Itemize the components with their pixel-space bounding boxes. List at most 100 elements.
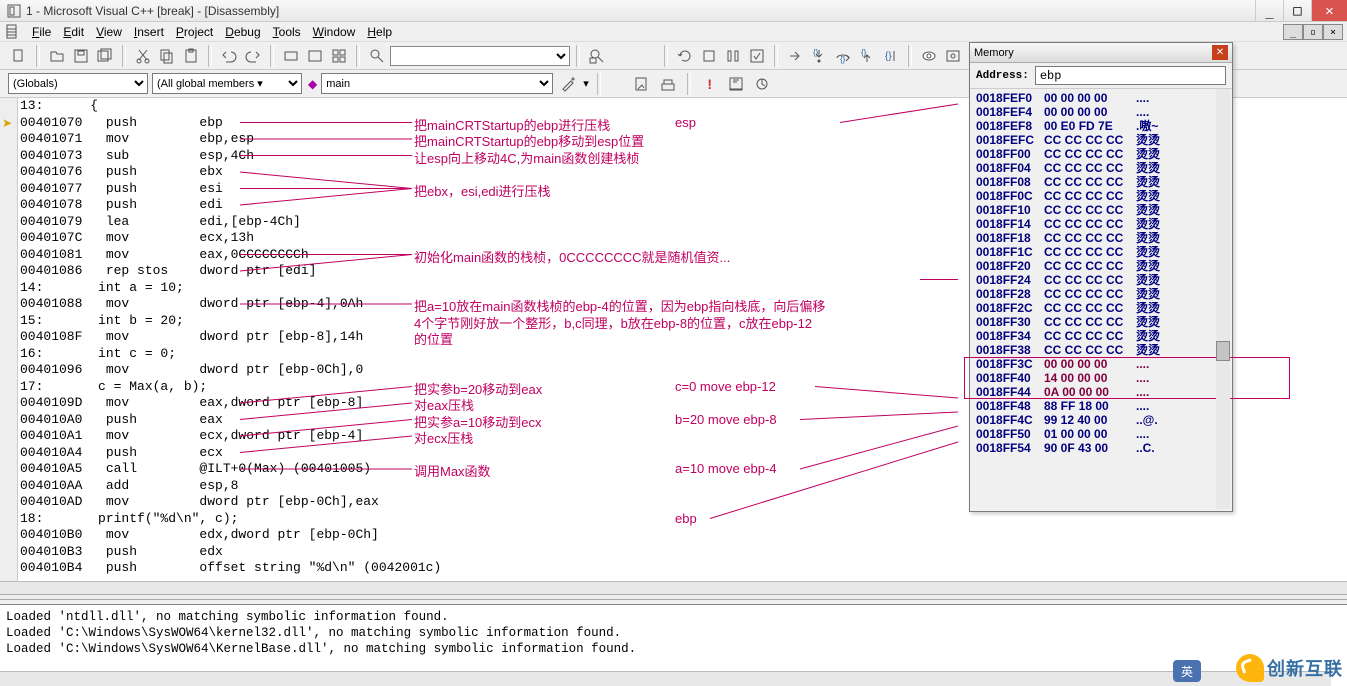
output-window-button[interactable] — [304, 45, 326, 67]
step-into-button[interactable]: {} — [808, 45, 830, 67]
annotation-text: 初始化main函数的栈桢，0CCCCCCCC就是随机值资... — [414, 247, 730, 266]
memory-row: 0018FF18CC CC CC CC烫烫 — [976, 231, 1226, 245]
members-combo[interactable]: (All global members ▾ — [152, 73, 302, 94]
step-over-button[interactable]: {} — [832, 45, 854, 67]
memory-row: 0018FF04CC CC CC CC烫烫 — [976, 161, 1226, 175]
ime-badge[interactable]: 英 — [1173, 660, 1201, 682]
mdi-window-buttons: _ ▫ × — [1283, 24, 1343, 40]
memory-window[interactable]: Memory ✕ Address: 0018FEF000 00 00 00...… — [969, 42, 1233, 512]
function-combo[interactable]: main — [321, 73, 553, 94]
app-icon — [6, 3, 22, 19]
memory-row: 0018FF2CCC CC CC CC烫烫 — [976, 301, 1226, 315]
find-in-files-button[interactable] — [586, 45, 608, 67]
menu-bar: FileEditViewInsertProjectDebugToolsWindo… — [0, 22, 1347, 42]
output-pane[interactable]: Loaded 'ntdll.dll', no matching symbolic… — [0, 604, 1347, 686]
watch-button[interactable] — [942, 45, 964, 67]
compile-button[interactable] — [631, 73, 653, 95]
instruction-pointer-arrow: ➤ — [2, 116, 12, 130]
window-maximize-button[interactable]: □ — [1283, 0, 1311, 21]
undo-button[interactable] — [218, 45, 240, 67]
find-combo[interactable] — [390, 46, 570, 66]
memory-row: 0018FEF000 00 00 00.... — [976, 91, 1226, 105]
find-button[interactable] — [366, 45, 388, 67]
output-splitter[interactable] — [0, 594, 1347, 600]
mdi-minimize-button[interactable]: _ — [1283, 24, 1303, 40]
window-list-button[interactable] — [328, 45, 350, 67]
watermark-text: 创新互联 — [1267, 655, 1343, 681]
memory-scrollbar[interactable] — [1216, 89, 1230, 509]
stack-label: esp — [675, 115, 696, 130]
output-hscrollbar[interactable] — [0, 671, 1331, 686]
paste-button[interactable] — [180, 45, 202, 67]
memory-titlebar[interactable]: Memory ✕ — [970, 43, 1232, 63]
memory-row: 0018FF14CC CC CC CC烫烫 — [976, 217, 1226, 231]
memory-row: 0018FF08CC CC CC CC烫烫 — [976, 175, 1226, 189]
workspace-button[interactable] — [280, 45, 302, 67]
memory-row: 0018FF3C00 00 00 00.... — [976, 357, 1226, 371]
save-button[interactable] — [70, 45, 92, 67]
menu-insert[interactable]: Insert — [128, 23, 170, 41]
memory-row: 0018FF24CC CC CC CC烫烫 — [976, 273, 1226, 287]
annotation-text: 把ebx，esi,edi进行压栈 — [414, 181, 551, 200]
break-button[interactable] — [722, 45, 744, 67]
memory-row: 0018FF1CCC CC CC CC烫烫 — [976, 245, 1226, 259]
memory-row: 0018FF30CC CC CC CC烫烫 — [976, 315, 1226, 329]
svg-text:{}: {} — [840, 55, 846, 64]
stack-label: ebp — [675, 511, 697, 526]
save-all-button[interactable] — [94, 45, 116, 67]
memory-row: 0018FF34CC CC CC CC烫烫 — [976, 329, 1226, 343]
menu-tools[interactable]: Tools — [267, 23, 307, 41]
memory-row: 0018FF5490 0F 43 00..C. — [976, 441, 1226, 455]
restart-debug-button[interactable] — [674, 45, 696, 67]
tool-wizard-button[interactable] — [557, 73, 579, 95]
stop-debug-button[interactable] — [698, 45, 720, 67]
scope-combo[interactable]: (Globals) — [8, 73, 148, 94]
window-close-button[interactable]: ✕ — [1311, 0, 1347, 21]
quickwatch-button[interactable] — [918, 45, 940, 67]
window-minimize-button[interactable]: _ — [1255, 0, 1283, 21]
go-button[interactable] — [751, 73, 773, 95]
menu-view[interactable]: View — [90, 23, 128, 41]
stack-label: a=10 move ebp-4 — [675, 461, 777, 476]
copy-button[interactable] — [156, 45, 178, 67]
menu-window[interactable]: Window — [307, 23, 362, 41]
mdi-restore-button[interactable]: ▫ — [1303, 24, 1323, 40]
mdi-close-button[interactable]: × — [1323, 24, 1343, 40]
execute-button[interactable] — [725, 73, 747, 95]
stop-build-button[interactable]: ! — [699, 73, 721, 95]
memory-dump[interactable]: 0018FEF000 00 00 00....0018FEF400 00 00 … — [970, 89, 1232, 457]
run-to-cursor-button[interactable]: {} — [880, 45, 902, 67]
watermark-icon — [1236, 654, 1264, 682]
memory-address-input[interactable] — [1035, 66, 1226, 85]
menu-project[interactable]: Project — [170, 23, 219, 41]
svg-text:{}: {} — [813, 48, 819, 57]
memory-row: 0018FF10CC CC CC CC烫烫 — [976, 203, 1226, 217]
memory-row: 0018FEF400 00 00 00.... — [976, 105, 1226, 119]
svg-text:{}: {} — [885, 51, 892, 62]
open-button[interactable] — [46, 45, 68, 67]
memory-row: 0018FF5001 00 00 00.... — [976, 427, 1226, 441]
memory-row: 0018FF4888 FF 18 00.... — [976, 399, 1226, 413]
memory-row: 0018FF20CC CC CC CC烫烫 — [976, 259, 1226, 273]
show-next-stmt-button[interactable] — [784, 45, 806, 67]
new-file-button[interactable] — [8, 45, 30, 67]
memory-close-button[interactable]: ✕ — [1212, 45, 1228, 60]
annotation-text: 的位置 — [414, 329, 453, 348]
step-out-button[interactable]: {} — [856, 45, 878, 67]
build-button[interactable] — [657, 73, 679, 95]
window-titlebar: 1 - Microsoft Visual C++ [break] - [Disa… — [0, 0, 1347, 22]
apply-code-changes-button[interactable] — [746, 45, 768, 67]
annotation-text: 对ecx压栈 — [414, 428, 473, 447]
menu-file[interactable]: File — [26, 23, 57, 41]
redo-button[interactable] — [242, 45, 264, 67]
cut-button[interactable] — [132, 45, 154, 67]
stack-label: b=20 move ebp-8 — [675, 412, 777, 427]
memory-row: 0018FF4014 00 00 00.... — [976, 371, 1226, 385]
menu-edit[interactable]: Edit — [57, 23, 90, 41]
memory-row: 0018FF0CCC CC CC CC烫烫 — [976, 189, 1226, 203]
memory-row: 0018FEFCCC CC CC CC烫烫 — [976, 133, 1226, 147]
memory-row: 0018FF00CC CC CC CC烫烫 — [976, 147, 1226, 161]
menu-debug[interactable]: Debug — [219, 23, 266, 41]
svg-text:{}: {} — [861, 48, 867, 57]
menu-help[interactable]: Help — [361, 23, 398, 41]
